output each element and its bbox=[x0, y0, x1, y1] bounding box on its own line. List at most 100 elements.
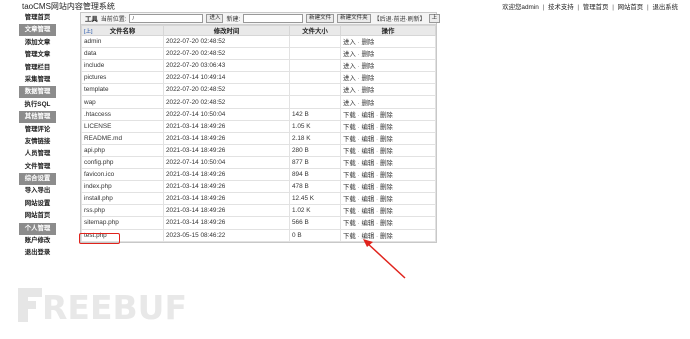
file-name-cell[interactable]: .htaccess bbox=[81, 107, 164, 121]
new-folder-button[interactable]: 新建文件夹 bbox=[337, 14, 371, 23]
modified-time-cell: 2022-07-20 02:48:52 bbox=[163, 95, 290, 109]
sidebar-item[interactable]: 管理文章 bbox=[19, 49, 56, 61]
action-link[interactable]: 删除 bbox=[380, 208, 393, 215]
sidebar-item[interactable]: 管理评论 bbox=[19, 124, 56, 136]
action-link[interactable]: 编辑 bbox=[361, 124, 374, 131]
action-link[interactable]: 删除 bbox=[361, 100, 374, 107]
file-name-cell[interactable]: data bbox=[81, 47, 164, 61]
sidebar-item[interactable]: 导入导出 bbox=[19, 185, 56, 197]
file-name-cell[interactable]: favicon.ico bbox=[81, 168, 164, 182]
file-name-cell[interactable]: config.php bbox=[81, 155, 164, 170]
sidebar-item[interactable]: 管理栏目 bbox=[19, 62, 56, 74]
modified-time-cell: 2021-03-14 18:49:26 bbox=[163, 131, 290, 145]
action-link[interactable]: 编辑 bbox=[361, 196, 374, 203]
action-link[interactable]: 删除 bbox=[380, 184, 393, 191]
file-name-cell[interactable]: wap bbox=[81, 95, 164, 109]
up-button[interactable]: 上 bbox=[428, 14, 441, 23]
link-separator: | bbox=[542, 4, 545, 11]
sidebar-item[interactable]: 执行SQL bbox=[19, 99, 56, 111]
action-link[interactable]: 删除 bbox=[380, 148, 393, 155]
up-dir-link[interactable]: [上] bbox=[84, 27, 93, 35]
sidebar-item[interactable]: 网站首页 bbox=[19, 210, 56, 222]
file-size-cell: 894 B bbox=[289, 168, 341, 182]
action-link[interactable]: 删除 bbox=[380, 220, 393, 227]
admin-home-link[interactable]: 管理首页 bbox=[583, 4, 609, 11]
table-row: template 2022-07-20 02:48:52 进入 · 删除 bbox=[81, 83, 436, 97]
action-link[interactable]: 编辑 bbox=[361, 184, 374, 191]
action-link[interactable]: 编辑 bbox=[361, 112, 374, 119]
action-link[interactable]: 编辑 bbox=[361, 160, 374, 167]
file-name-cell[interactable]: template bbox=[81, 83, 164, 97]
action-link[interactable]: 进入 bbox=[343, 51, 356, 58]
file-name-cell[interactable]: README.md bbox=[81, 131, 164, 145]
action-link[interactable]: 进入 bbox=[343, 63, 356, 70]
action-link[interactable]: 下载 bbox=[343, 196, 356, 203]
file-name-cell[interactable]: admin bbox=[81, 34, 164, 49]
action-link[interactable]: 删除 bbox=[380, 136, 393, 143]
sidebar-item[interactable]: 文件管理 bbox=[19, 161, 56, 173]
file-name-cell[interactable]: LICENSE bbox=[81, 119, 164, 133]
table-row: sitemap.php 2021-03-14 18:49:26 566 B 下载 · … bbox=[81, 216, 436, 230]
action-link[interactable]: 删除 bbox=[380, 160, 393, 167]
go-button[interactable]: 进入 bbox=[206, 14, 224, 23]
action-link[interactable]: 进入 bbox=[343, 100, 356, 107]
file-name-cell[interactable]: index.php bbox=[81, 180, 164, 194]
action-link[interactable]: 下载 bbox=[343, 136, 356, 143]
sidebar-item[interactable]: 网站设置 bbox=[19, 198, 56, 210]
new-file-button[interactable]: 新建文件 bbox=[306, 14, 335, 23]
modified-time-cell: 2021-03-14 18:49:26 bbox=[163, 192, 290, 206]
action-link[interactable]: 下载 bbox=[343, 112, 356, 119]
site-home-link[interactable]: 网站首页 bbox=[618, 4, 644, 11]
action-link[interactable]: 下载 bbox=[343, 220, 356, 227]
action-link[interactable]: 进入 bbox=[343, 87, 356, 94]
action-link[interactable]: 进入 bbox=[343, 75, 356, 82]
file-name-cell[interactable]: install.php bbox=[81, 192, 164, 206]
sidebar-item[interactable]: 添加文章 bbox=[19, 37, 56, 49]
action-link[interactable]: 删除 bbox=[380, 112, 393, 119]
action-link[interactable]: 编辑 bbox=[361, 220, 374, 227]
file-name-cell[interactable]: rss.php bbox=[81, 204, 164, 218]
file-name-cell[interactable]: sitemap.php bbox=[81, 216, 164, 230]
action-link[interactable]: 编辑 bbox=[361, 172, 374, 179]
file-name-cell[interactable]: api.php bbox=[81, 143, 164, 157]
action-link[interactable]: 删除 bbox=[361, 87, 374, 94]
action-link[interactable]: 编辑 bbox=[361, 136, 374, 143]
sidebar-item[interactable]: 人员管理 bbox=[19, 148, 56, 160]
action-link[interactable]: 下载 bbox=[343, 124, 356, 131]
history-nav[interactable]: 【后退·前进·刷新】 bbox=[374, 14, 426, 23]
sidebar-item[interactable]: 账户修改 bbox=[19, 235, 56, 247]
action-link[interactable]: 删除 bbox=[380, 196, 393, 203]
sidebar-item[interactable]: 退出登录 bbox=[19, 247, 56, 259]
action-link[interactable]: 删除 bbox=[361, 75, 374, 82]
action-link[interactable]: 下载 bbox=[343, 160, 356, 167]
actions-cell: 下载 · 编辑 · 删除 bbox=[340, 155, 436, 170]
action-link[interactable]: 下载 bbox=[343, 208, 356, 215]
location-input[interactable] bbox=[129, 14, 204, 23]
action-link[interactable]: 删除 bbox=[361, 39, 374, 46]
sidebar-item[interactable]: 管理首页 bbox=[19, 12, 56, 24]
action-link[interactable]: 删除 bbox=[361, 63, 374, 70]
sidebar-item[interactable]: 友情链接 bbox=[19, 136, 56, 148]
action-link[interactable]: 下载 bbox=[343, 148, 356, 155]
action-link[interactable]: 删除 bbox=[380, 172, 393, 179]
action-link[interactable]: 下载 bbox=[343, 184, 356, 191]
file-name-cell[interactable]: pictures bbox=[81, 71, 164, 85]
action-link[interactable]: 编辑 bbox=[361, 208, 374, 215]
actions-cell: 进入 · 删除 bbox=[340, 34, 436, 49]
action-link[interactable]: 删除 bbox=[380, 124, 393, 131]
file-size-cell bbox=[289, 47, 341, 61]
action-link[interactable]: 下载 bbox=[343, 233, 356, 240]
file-size-cell: 478 B bbox=[289, 180, 341, 194]
actions-cell: 进入 · 删除 bbox=[340, 95, 436, 109]
action-link[interactable]: 删除 bbox=[361, 51, 374, 58]
tech-support-link[interactable]: 技术支持 bbox=[548, 4, 574, 11]
actions-cell: 下载 · 编辑 · 删除 bbox=[340, 143, 436, 157]
action-link[interactable]: 进入 bbox=[343, 39, 356, 46]
actions-cell: 下载 · 编辑 · 删除 bbox=[340, 192, 436, 206]
action-link[interactable]: 编辑 bbox=[361, 148, 374, 155]
file-name-cell[interactable]: include bbox=[81, 59, 164, 73]
new-name-input[interactable] bbox=[243, 14, 304, 23]
logout-link[interactable]: 退出系统 bbox=[652, 4, 678, 11]
sidebar-item[interactable]: 采集管理 bbox=[19, 74, 56, 86]
action-link[interactable]: 下载 bbox=[343, 172, 356, 179]
